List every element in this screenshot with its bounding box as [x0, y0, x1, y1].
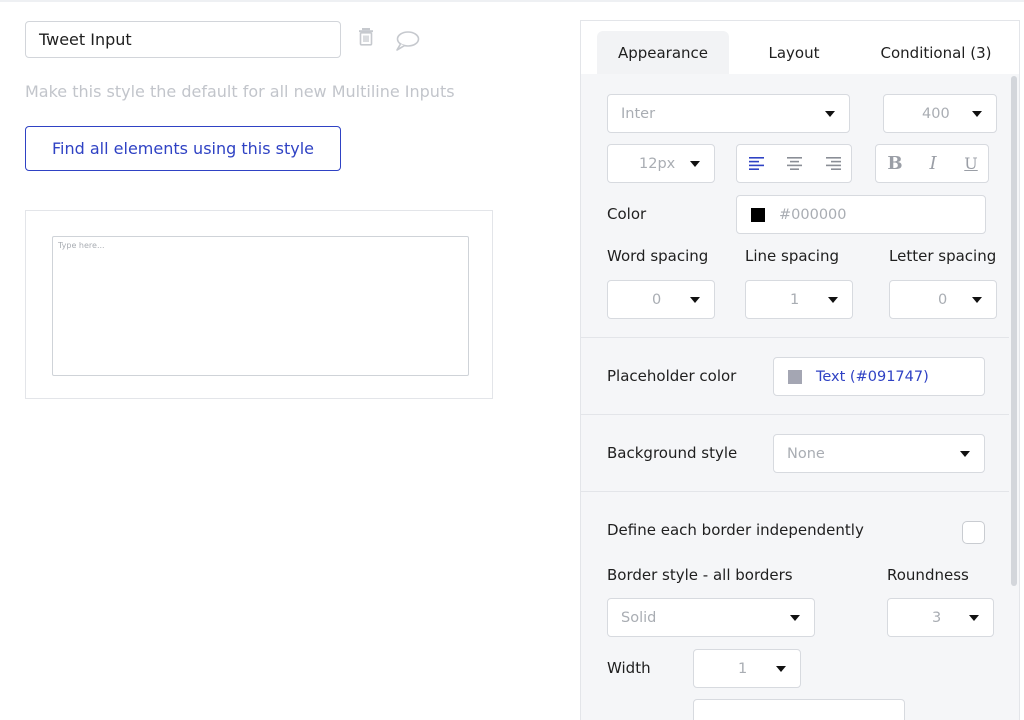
placeholder-color-label: Placeholder color — [607, 367, 737, 385]
tab-appearance-label: Appearance — [617, 43, 709, 62]
font-size-value: 12px — [639, 155, 676, 172]
roundness-value: 3 — [932, 609, 942, 626]
text-align-group — [736, 144, 852, 183]
border-width-label: Width — [607, 659, 651, 677]
border-width-value: 1 — [738, 660, 748, 677]
placeholder-color-value: Text (#091747) — [816, 368, 929, 385]
independent-borders-checkbox[interactable] — [962, 521, 985, 544]
line-spacing-label: Line spacing — [745, 247, 839, 265]
style-name-input[interactable]: Tweet Input — [25, 21, 341, 58]
align-left-button[interactable] — [737, 145, 775, 182]
chevron-down-icon — [790, 615, 800, 621]
align-center-icon — [787, 157, 802, 170]
color-label: Color — [607, 205, 647, 223]
make-default-link[interactable]: Make this style the default for all new … — [25, 82, 455, 101]
italic-icon: I — [929, 153, 937, 174]
color-picker[interactable]: #000000 — [736, 195, 986, 234]
border-width-select[interactable]: 1 — [693, 649, 801, 688]
font-size-select[interactable]: 12px — [607, 144, 715, 183]
style-name-value: Tweet Input — [39, 30, 132, 49]
property-panel: Appearance Layout Conditional (3) Inter … — [580, 20, 1020, 720]
border-style-value: Solid — [621, 609, 657, 626]
placeholder-color-swatch — [788, 369, 802, 384]
chevron-down-icon — [690, 297, 700, 303]
background-style-select[interactable]: None — [773, 434, 985, 473]
bold-icon: B — [887, 153, 903, 174]
word-spacing-value: 0 — [652, 291, 662, 308]
preview-multiline-input: Type here... — [52, 236, 469, 376]
chevron-down-icon — [960, 451, 970, 457]
align-right-icon — [826, 157, 841, 170]
italic-button[interactable]: I — [914, 145, 952, 182]
bold-button[interactable]: B — [876, 145, 914, 182]
line-spacing-select[interactable]: 1 — [745, 280, 853, 319]
color-value: #000000 — [779, 206, 847, 223]
underline-button[interactable]: U — [952, 145, 990, 182]
underline-icon: U — [964, 154, 978, 173]
chevron-down-icon — [972, 111, 982, 117]
comment-icon[interactable] — [394, 30, 420, 52]
tab-layout[interactable]: Layout — [741, 31, 847, 74]
tab-appearance[interactable]: Appearance — [597, 31, 729, 74]
placeholder-color-picker[interactable]: Text (#091747) — [773, 357, 985, 396]
chevron-down-icon — [972, 297, 982, 303]
font-weight-value: 400 — [922, 105, 950, 122]
chevron-down-icon — [825, 111, 835, 117]
independent-borders-label: Define each border independently — [607, 521, 864, 539]
preview-placeholder: Type here... — [58, 241, 105, 250]
letter-spacing-value: 0 — [938, 291, 948, 308]
letter-spacing-label: Letter spacing — [889, 247, 997, 265]
text-format-group: B I U — [875, 144, 989, 183]
tab-conditional-label: Conditional (3) — [880, 43, 992, 62]
scrollbar-thumb[interactable] — [1011, 76, 1017, 586]
font-weight-select[interactable]: 400 — [883, 94, 997, 133]
chevron-down-icon — [969, 615, 979, 621]
chevron-down-icon — [828, 297, 838, 303]
tab-layout-label: Layout — [768, 43, 820, 62]
align-left-icon — [748, 157, 764, 170]
section-divider — [581, 414, 1009, 415]
color-swatch — [751, 207, 765, 222]
top-divider — [0, 0, 1024, 2]
border-color-picker[interactable] — [693, 699, 905, 720]
section-divider — [581, 491, 1009, 492]
chevron-down-icon — [690, 161, 700, 167]
style-preview: Type here... — [25, 210, 493, 399]
line-spacing-value: 1 — [790, 291, 800, 308]
word-spacing-select[interactable]: 0 — [607, 280, 715, 319]
roundness-label: Roundness — [887, 566, 969, 584]
align-center-button[interactable] — [775, 145, 814, 182]
trash-icon[interactable] — [359, 27, 377, 49]
word-spacing-label: Word spacing — [607, 247, 709, 265]
font-family-value: Inter — [621, 105, 656, 122]
tab-conditional[interactable]: Conditional (3) — [861, 31, 1011, 74]
chevron-down-icon — [776, 666, 786, 672]
font-family-select[interactable]: Inter — [607, 94, 850, 133]
border-style-select[interactable]: Solid — [607, 598, 815, 637]
letter-spacing-select[interactable]: 0 — [889, 280, 997, 319]
section-divider — [581, 337, 1009, 338]
align-right-button[interactable] — [814, 145, 853, 182]
background-style-label: Background style — [607, 444, 738, 462]
border-style-label: Border style - all borders — [607, 566, 793, 584]
panel-tabs: Appearance Layout Conditional (3) — [581, 21, 1019, 74]
background-style-value: None — [787, 445, 825, 462]
find-elements-button[interactable]: Find all elements using this style — [25, 126, 341, 171]
roundness-select[interactable]: 3 — [887, 598, 994, 637]
